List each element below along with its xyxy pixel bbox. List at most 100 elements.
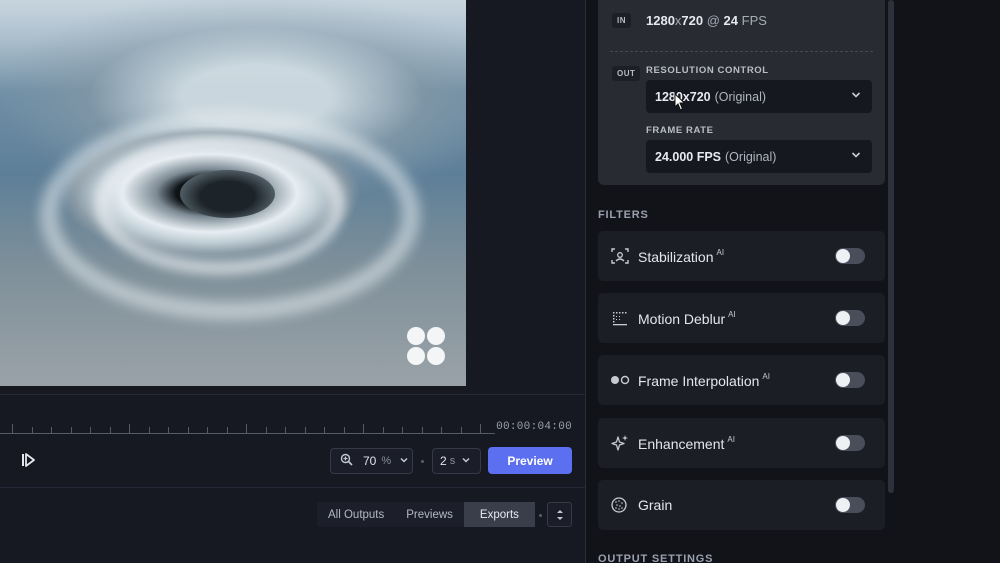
- separator-dot: [421, 460, 424, 463]
- timeline-tick: [109, 427, 111, 433]
- step-unit: s: [449, 455, 456, 467]
- input-spec: 1280x720 @ 24 FPS: [646, 13, 767, 28]
- frame-interpolation-icon: [610, 371, 630, 389]
- timeline-tick: [12, 424, 13, 433]
- filter-name: Enhancement AI: [638, 435, 735, 452]
- input-fps-value: 24: [723, 13, 739, 28]
- tab-exports[interactable]: Exports: [463, 502, 535, 527]
- ai-badge: AI: [728, 310, 736, 319]
- timeline-tick: [363, 424, 364, 433]
- input-at: @: [703, 13, 724, 28]
- timeline-tick: [343, 427, 345, 433]
- chevron-down-icon: [461, 455, 471, 468]
- timeline-tick: [168, 427, 169, 433]
- hurricane-eye: [180, 170, 275, 218]
- play-button[interactable]: [20, 452, 36, 468]
- mouse-cursor-icon: [674, 93, 686, 111]
- filter-frame-interpolation: Frame Interpolation AI: [598, 355, 885, 405]
- sort-arrows-icon: [556, 509, 563, 520]
- preview-button[interactable]: Preview: [488, 447, 572, 474]
- filter-label: Frame Interpolation: [638, 373, 760, 389]
- filter-label: Grain: [638, 497, 673, 513]
- step-select[interactable]: 2 s: [432, 448, 481, 474]
- filters-heading: FILTERS: [598, 209, 649, 221]
- step-value: 2: [440, 454, 447, 468]
- timeline-tick: [226, 427, 228, 433]
- tab-all-outputs[interactable]: All Outputs: [317, 502, 395, 527]
- filter-name: Stabilization AI: [638, 248, 724, 265]
- filter-motion-deblur: Motion Deblur AI: [598, 293, 885, 343]
- timeline-tick: [31, 427, 33, 433]
- app-root: 00:00:04:00 70 % 2 s Preview All Outputs…: [0, 0, 1000, 563]
- timeline-ruler[interactable]: [0, 424, 495, 434]
- settings-scrollbar[interactable]: [888, 0, 894, 493]
- ai-badge: AI: [716, 248, 725, 257]
- timeline-tick: [265, 427, 267, 433]
- settings-panel: IN 1280x720 @ 24 FPS OUT RESOLUTION CONT…: [585, 0, 1000, 563]
- motion-deblur-icon: [610, 309, 630, 327]
- stabilization-icon: [610, 247, 630, 265]
- ai-badge: AI: [727, 435, 735, 444]
- timeline-tick: [402, 427, 403, 433]
- frame-rate-note: (Original): [725, 149, 777, 164]
- video-clouds: [0, 0, 466, 90]
- input-resolution-w: 1280: [646, 13, 675, 28]
- video-preview[interactable]: [0, 0, 466, 386]
- outputs-bar: All Outputs Previews Exports: [0, 487, 585, 563]
- frame-rate-select[interactable]: 24.000 FPS (Original): [646, 140, 872, 173]
- timeline-tick: [207, 427, 208, 433]
- separator-dot: [539, 514, 542, 517]
- zoom-icon: [335, 453, 357, 469]
- sort-button[interactable]: [547, 502, 572, 527]
- timeline-tick: [148, 427, 150, 433]
- io-card: IN 1280x720 @ 24 FPS OUT RESOLUTION CONT…: [598, 0, 885, 185]
- filter-stabilization: Stabilization AI: [598, 231, 885, 281]
- chevron-down-icon: [850, 89, 862, 101]
- filter-label: Enhancement: [638, 436, 725, 452]
- sparkle-icon: [610, 434, 630, 452]
- filter-enhancement: Enhancement AI: [598, 418, 885, 468]
- ai-badge: AI: [762, 372, 770, 381]
- timeline-tick: [285, 427, 286, 433]
- playback-controls: 70 % 2 s Preview: [0, 446, 585, 476]
- timeline-tick: [304, 427, 306, 433]
- timeline[interactable]: 00:00:04:00: [0, 394, 585, 434]
- chevron-down-icon: [850, 149, 862, 161]
- timeline-tick: [51, 427, 52, 433]
- preview-area: 00:00:04:00 70 % 2 s Preview All Outputs…: [0, 0, 585, 563]
- grain-icon: [610, 496, 630, 514]
- zoom-value: 70: [363, 454, 377, 468]
- enhancement-toggle[interactable]: [835, 435, 865, 451]
- input-fps-unit: FPS: [738, 13, 767, 28]
- timeline-tick: [480, 424, 481, 433]
- filter-name: Frame Interpolation AI: [638, 372, 770, 389]
- stabilization-toggle[interactable]: [835, 248, 865, 264]
- filter-name: Motion Deblur AI: [638, 310, 736, 327]
- timeline-tick: [421, 427, 423, 433]
- frame-rate-value: 24.000 FPS: [655, 149, 722, 164]
- timeline-tick: [70, 427, 72, 433]
- timeline-tick: [187, 427, 189, 433]
- timeline-tick: [460, 427, 462, 433]
- motion-deblur-toggle[interactable]: [835, 310, 865, 326]
- resolution-note: (Original): [714, 89, 767, 104]
- timeline-tick: [90, 427, 91, 433]
- timeline-tick: [324, 427, 325, 433]
- out-badge: OUT: [612, 66, 641, 81]
- timecode-label: 00:00:04:00: [496, 421, 572, 433]
- frame-rate-label: FRAME RATE: [646, 125, 714, 136]
- grain-toggle[interactable]: [835, 497, 865, 513]
- zoom-unit: %: [381, 455, 392, 467]
- timeline-tick: [129, 424, 130, 433]
- filter-grain: Grain: [598, 480, 885, 530]
- zoom-select[interactable]: 70 %: [330, 448, 413, 474]
- frame-interpolation-toggle[interactable]: [835, 372, 865, 388]
- filter-name: Grain: [638, 497, 672, 513]
- timeline-tick: [246, 424, 247, 433]
- tab-previews[interactable]: Previews: [395, 502, 464, 527]
- filter-label: Motion Deblur: [638, 311, 726, 327]
- watermark-logo: [405, 325, 447, 367]
- divider: [610, 51, 873, 52]
- play-from-start-icon: [22, 453, 35, 467]
- chevron-down-icon: [399, 455, 409, 468]
